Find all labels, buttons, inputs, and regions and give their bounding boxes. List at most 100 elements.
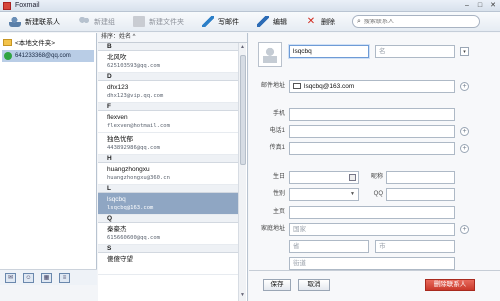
window-title: Foxmail: [15, 2, 40, 9]
account-item[interactable]: 641233368@qq.com: [2, 50, 94, 62]
contact-email: 615660600@qq.com: [107, 235, 160, 241]
contact-email: 443892986@qq.com: [107, 145, 160, 151]
contact-name: dhx123: [107, 84, 129, 91]
contact-email: dhx123@vip.qq.com: [107, 93, 164, 99]
contact-name: 北风吹: [107, 54, 127, 61]
contact-email: lsqcbq@163.com: [107, 205, 154, 211]
qq-field[interactable]: [386, 188, 455, 201]
new-folder-button[interactable]: 新建文件夹: [128, 14, 189, 30]
minimize-button[interactable]: –: [462, 1, 472, 10]
list-item[interactable]: 独色忧郁 443892986@qq.com: [98, 133, 239, 155]
folder-icon: [133, 16, 145, 27]
list-item[interactable]: dhx123 dhx123@vip.qq.com: [98, 81, 239, 103]
fax-field[interactable]: [289, 142, 455, 155]
new-contact-label: 新建联系人: [25, 18, 60, 26]
write-mail-label: 写邮件: [218, 18, 239, 26]
new-group-label: 新建组: [94, 18, 115, 26]
last-name-field[interactable]: 名: [375, 45, 455, 58]
maximize-button[interactable]: □: [475, 1, 485, 10]
title-bar: Foxmail – □ ✕: [0, 0, 500, 12]
country-field[interactable]: 国家: [289, 223, 455, 236]
module-switcher: ✉ ☺ ▦ ≡: [0, 269, 97, 285]
add-address-button[interactable]: +: [460, 225, 469, 234]
add-email-button[interactable]: +: [460, 82, 469, 91]
search-box[interactable]: ⌕: [352, 15, 480, 28]
calendar-module-icon[interactable]: ▦: [41, 272, 52, 283]
list-item[interactable]: 北风吹 625103593@qq.com: [98, 51, 239, 73]
contact-detail-pane: lsqcbq 名 ▾ 邮件地址 lsqcbq@163.com + 手机 电话1 …: [249, 33, 500, 301]
window-controls: – □ ✕: [462, 1, 498, 10]
new-folder-label: 新建文件夹: [149, 18, 184, 26]
mobile-label: 手机: [272, 111, 285, 117]
mail-module-icon[interactable]: ✉: [5, 272, 16, 283]
email-field[interactable]: lsqcbq@163.com: [289, 80, 455, 93]
local-folder-item[interactable]: <本地文件夹>: [0, 36, 96, 48]
new-contact-button[interactable]: 新建联系人: [4, 14, 65, 30]
contact-list-pane: 排序：姓名 ^ B 北风吹 625103593@qq.com D dhx123 …: [98, 33, 248, 301]
add-contact-icon: [9, 16, 21, 27]
gender-label: 性别: [272, 191, 285, 197]
letter-header: B: [98, 43, 239, 51]
contact-name: lsqcbq: [107, 196, 126, 203]
nickname-field[interactable]: [386, 171, 455, 184]
person-icon: [263, 46, 277, 63]
notes-module-icon[interactable]: ≡: [59, 272, 70, 283]
save-button[interactable]: 保存: [263, 279, 291, 291]
delete-x-icon: ✕: [306, 16, 316, 27]
scroll-down-icon[interactable]: ▼: [239, 292, 246, 300]
list-item[interactable]: 秦豪杰 615660600@qq.com: [98, 223, 239, 245]
delete-label: 删除: [321, 18, 335, 26]
toolbar: 新建联系人 新建组 新建文件夹 写邮件 编辑 ✕ 删除 ⌕: [0, 12, 500, 32]
edit-button[interactable]: 编辑: [252, 14, 292, 30]
contacts-module-icon[interactable]: ☺: [23, 272, 34, 283]
account-icon: [4, 52, 12, 60]
contact-list: B 北风吹 625103593@qq.com D dhx123 dhx123@v…: [98, 43, 239, 301]
nickname-label: 昵称: [370, 174, 383, 180]
first-name-field[interactable]: lsqcbq: [289, 45, 369, 58]
street-field[interactable]: 街道: [289, 257, 455, 270]
list-scrollbar[interactable]: ▲ ▼: [238, 43, 246, 301]
search-input[interactable]: [363, 18, 464, 25]
list-item[interactable]: huangzhongxu huangzhongxu@360.cn: [98, 163, 239, 185]
list-item[interactable]: 傻傻守望: [98, 253, 239, 275]
sort-header[interactable]: 排序：姓名 ^: [98, 33, 247, 43]
contact-name: huangzhongxu: [107, 166, 150, 173]
scroll-thumb[interactable]: [240, 55, 246, 165]
avatar[interactable]: [258, 42, 282, 67]
address-label: 家庭地址: [260, 226, 285, 232]
pen-icon: [202, 16, 214, 27]
province-field[interactable]: 省: [289, 240, 369, 253]
mobile-field[interactable]: [289, 108, 455, 121]
delete-button[interactable]: ✕ 删除: [300, 14, 340, 30]
edit-label: 编辑: [273, 18, 287, 26]
contact-email: 625103593@qq.com: [107, 63, 160, 69]
local-folder-label: <本地文件夹>: [15, 40, 56, 47]
add-phone-button[interactable]: +: [460, 127, 469, 136]
fax-label: 传真1: [269, 145, 285, 151]
city-field[interactable]: 市: [375, 240, 455, 253]
contact-name: 傻傻守望: [107, 256, 133, 263]
add-fax-button[interactable]: +: [460, 144, 469, 153]
new-group-button[interactable]: 新建组: [73, 14, 120, 30]
letter-header: D: [98, 73, 239, 81]
scroll-up-icon[interactable]: ▲: [239, 44, 246, 52]
name-format-dropdown[interactable]: ▾: [460, 47, 469, 56]
homepage-field[interactable]: [289, 206, 455, 219]
list-item-selected[interactable]: lsqcbq lsqcbq@163.com: [98, 193, 239, 215]
contact-name: 秦豪杰: [107, 226, 127, 233]
edit-icon: [257, 16, 269, 27]
phone-label: 电话1: [269, 128, 285, 134]
folder-pane: <本地文件夹> 641233368@qq.com ✉ ☺ ▦ ≡: [0, 33, 97, 285]
delete-contact-button[interactable]: 删除联系人: [425, 279, 475, 291]
search-icon: ⌕: [357, 17, 361, 25]
write-mail-button[interactable]: 写邮件: [197, 14, 244, 30]
close-button[interactable]: ✕: [488, 1, 498, 10]
contact-email: huangzhongxu@360.cn: [107, 175, 170, 181]
group-icon: [78, 16, 90, 27]
email-value: lsqcbq@163.com: [304, 83, 355, 90]
contact-name: flexven: [107, 114, 128, 121]
homepage-label: 主页: [272, 209, 285, 215]
phone-field[interactable]: [289, 125, 455, 138]
cancel-button[interactable]: 取消: [298, 279, 330, 291]
list-item[interactable]: flexven flexven@hotmail.com: [98, 111, 239, 133]
